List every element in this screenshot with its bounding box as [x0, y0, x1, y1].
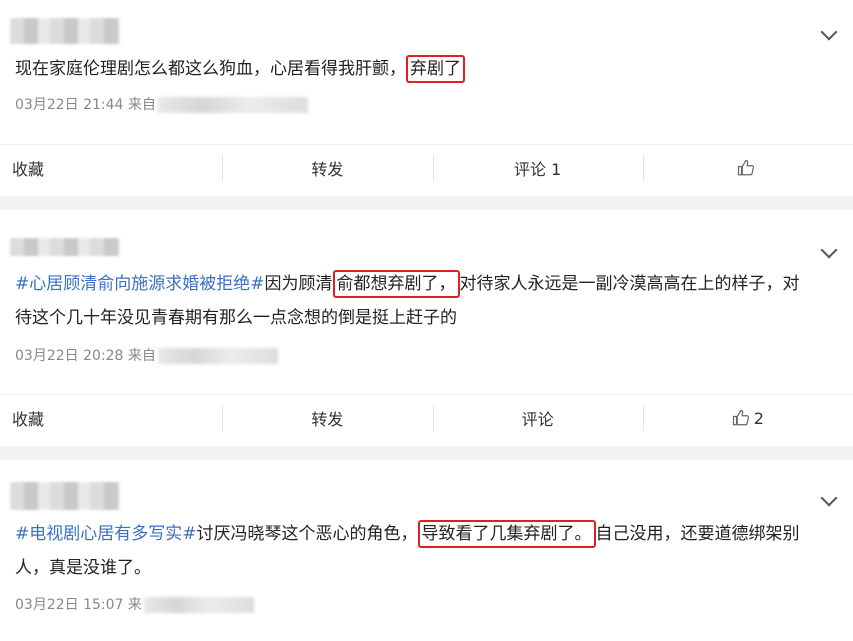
fav-button[interactable]: 收藏: [0, 395, 222, 441]
avatar-blurred[interactable]: [10, 18, 120, 44]
post-card-2: #心居顾清俞向施源求婚被拒绝#因为顾清 俞都想弃剧了， 对待家人永远是一副冷漠高高在…: [0, 210, 853, 446]
topic-tag[interactable]: #电视剧心居有多写实#: [15, 524, 197, 544]
post-text: 现在家庭伦理剧怎么都这么狗血，心居看得我肝颤， 弃剧了: [15, 52, 813, 86]
post-date[interactable]: 03月22日 20:28: [15, 348, 123, 364]
chevron-down-icon[interactable]: [820, 23, 838, 41]
highlight-box: 俞都想弃剧了，: [332, 270, 460, 298]
highlight-box: 导致看了几集弃剧了。: [417, 520, 596, 548]
action-bar: 收藏 转发 评论 2: [0, 394, 853, 441]
like-button[interactable]: [642, 145, 853, 191]
topic-tag[interactable]: #心居顾清俞向施源求婚被拒绝#: [15, 274, 265, 294]
post-card-3: #电视剧心居有多写实#讨厌冯晓琴这个恶心的角色， 导致看了几集弃剧了。 自己没用，还…: [0, 460, 853, 641]
chevron-down-icon[interactable]: [820, 241, 838, 259]
repost-button[interactable]: 转发: [222, 395, 432, 441]
thumbs-up-icon: [732, 409, 749, 426]
source-blurred: [157, 348, 278, 364]
post-meta: 03月22日 20:28 来自: [15, 345, 278, 365]
post-source: 来自: [127, 348, 156, 364]
thumbs-up-icon: [737, 159, 754, 176]
avatar-blurred[interactable]: [10, 238, 120, 256]
post-text: #电视剧心居有多写实#讨厌冯晓琴这个恶心的角色， 导致看了几集弃剧了。 自己没用，还…: [15, 517, 813, 585]
chevron-down-icon[interactable]: [820, 489, 838, 507]
fav-button[interactable]: 收藏: [0, 145, 222, 191]
post-source: 来自: [127, 97, 156, 113]
action-bar: 收藏 转发 评论 1: [0, 144, 853, 191]
post-meta: 03月22日 15:07 来: [15, 594, 254, 614]
post-text: #心居顾清俞向施源求婚被拒绝#因为顾清 俞都想弃剧了， 对待家人永远是一副冷漠高高在…: [15, 267, 813, 335]
source-blurred: [143, 597, 254, 613]
post-source: 来: [127, 597, 142, 613]
repost-button[interactable]: 转发: [222, 145, 432, 191]
comment-button[interactable]: 评论: [432, 395, 643, 441]
highlight-box: 弃剧了: [406, 55, 465, 83]
like-count: 2: [753, 408, 764, 428]
comment-button[interactable]: 评论 1: [432, 145, 643, 191]
like-button[interactable]: 2: [642, 395, 853, 441]
post-meta: 03月22日 21:44 来自: [15, 94, 308, 114]
post-body: 现在家庭伦理剧怎么都这么狗血，心居看得我肝颤，: [15, 59, 406, 79]
post-card-1: 现在家庭伦理剧怎么都这么狗血，心居看得我肝颤， 弃剧了 03月22日 21:44 …: [0, 0, 853, 196]
post-date[interactable]: 03月22日 15:07: [15, 597, 123, 613]
avatar-blurred[interactable]: [10, 482, 120, 510]
source-blurred: [157, 97, 308, 113]
post-date[interactable]: 03月22日 21:44: [15, 97, 123, 113]
